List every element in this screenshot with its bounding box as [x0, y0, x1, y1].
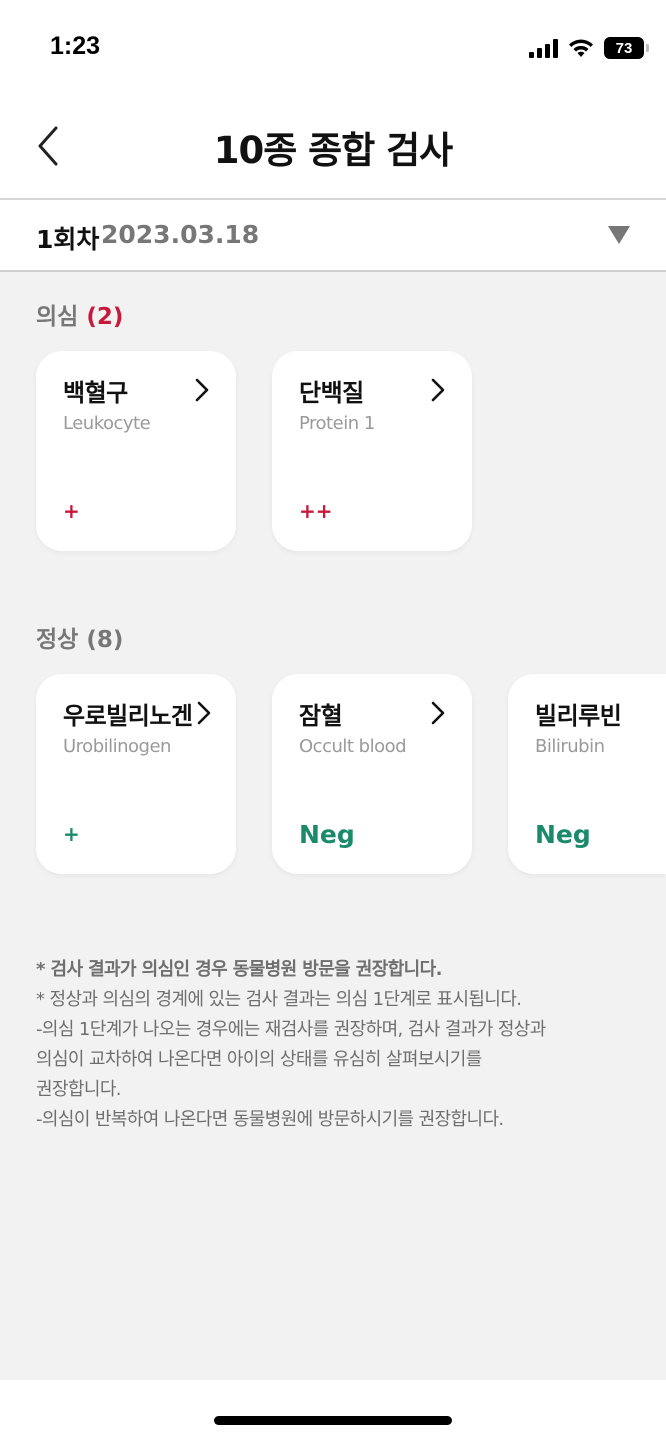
status-bar: 1:23 73 — [0, 0, 666, 96]
test-card-occult-blood[interactable]: 잠혈 Occult blood Neg — [272, 674, 472, 874]
note-line: -의심이 반복하여 나온다면 동물병원에 방문하시기를 권장합니다. — [36, 1109, 504, 1130]
note-line: * 검사 결과가 의심인 경우 동물병원 방문을 권장합니다. — [36, 959, 442, 980]
page-title: 10종 종합 검사 — [213, 129, 453, 172]
card-result: Neg — [535, 820, 591, 849]
chevron-right-icon — [197, 701, 211, 725]
chevron-right-icon — [195, 378, 209, 402]
session-selector[interactable]: 1회차 2023.03.18 — [0, 200, 666, 272]
status-time: 1:23 — [50, 32, 101, 60]
card-title: 백혈구 — [63, 379, 128, 407]
chevron-right-icon — [431, 378, 445, 402]
home-indicator-area — [0, 1380, 666, 1440]
test-card-leukocyte[interactable]: 백혈구 Leukocyte + — [36, 351, 236, 551]
suspect-label: 의심 — [36, 304, 79, 330]
card-result: ++ — [299, 499, 333, 523]
note-line: 권장합니다. — [36, 1079, 122, 1100]
card-result: + — [63, 822, 80, 846]
chevron-right-icon — [431, 701, 445, 725]
triangle-down-icon — [608, 226, 630, 244]
normal-count: (8) — [86, 627, 124, 653]
suspect-section-title: 의심 (2) — [36, 297, 123, 331]
home-indicator[interactable] — [214, 1416, 452, 1425]
card-subtitle: Protein 1 — [299, 413, 375, 434]
test-card-urobilinogen[interactable]: 우로빌리노겐 Urobilinogen + — [36, 674, 236, 874]
wifi-icon — [569, 39, 593, 57]
normal-label: 정상 — [36, 627, 79, 653]
card-subtitle: Urobilinogen — [63, 736, 171, 757]
card-subtitle: Occult blood — [299, 736, 407, 757]
card-subtitle: Bilirubin — [535, 736, 605, 757]
note-line: * 정상과 의심의 경계에 있는 검사 결과는 의심 1단계로 표시됩니다. — [36, 989, 522, 1010]
test-card-bilirubin[interactable]: 빌리루빈 Bilirubin Neg — [508, 674, 666, 874]
session-date: 2023.03.18 — [101, 220, 260, 249]
cellular-signal-icon — [529, 38, 558, 58]
normal-section-title: 정상 (8) — [36, 620, 123, 654]
notes-text: * 검사 결과가 의심인 경우 동물병원 방문을 권장합니다. * 정상과 의심… — [36, 955, 636, 1135]
card-result: Neg — [299, 820, 355, 849]
card-subtitle: Leukocyte — [63, 413, 151, 434]
card-title: 빌리루빈 — [535, 702, 622, 730]
note-line: 의심이 교차하여 나온다면 아이의 상태를 유심히 살펴보시기를 — [36, 1049, 482, 1070]
card-title: 단백질 — [299, 379, 364, 407]
card-title: 잠혈 — [299, 702, 343, 730]
card-result: + — [63, 499, 80, 523]
card-title: 우로빌리노겐 — [63, 702, 193, 730]
suspect-count: (2) — [86, 304, 124, 330]
status-icons: 73 — [529, 34, 649, 62]
test-card-protein[interactable]: 단백질 Protein 1 ++ — [272, 351, 472, 551]
battery-icon: 73 — [604, 37, 649, 59]
session-round: 1회차 — [36, 225, 100, 254]
note-line: -의심 1단계가 나오는 경우에는 재검사를 권장하며, 검사 결과가 정상과 — [36, 1019, 546, 1040]
page-header: 10종 종합 검사 — [0, 96, 666, 200]
